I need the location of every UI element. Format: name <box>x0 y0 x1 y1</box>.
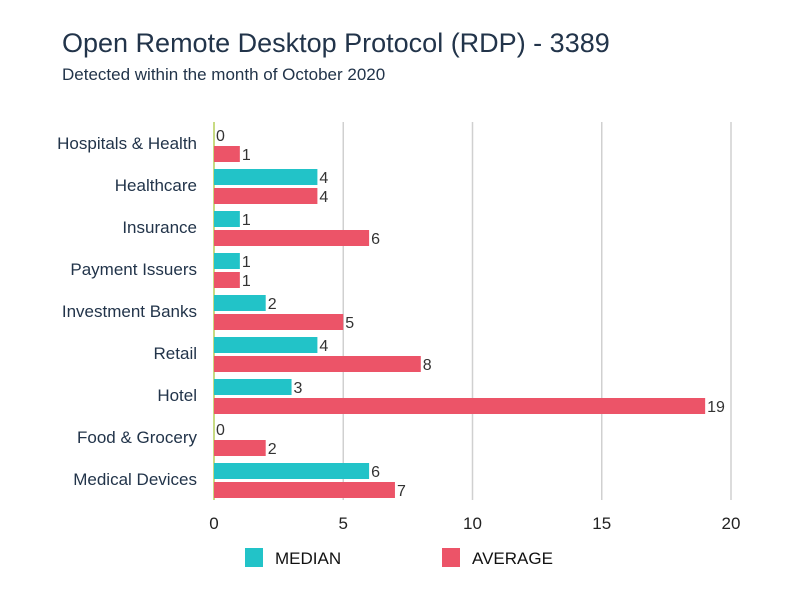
x-tick-label: 15 <box>592 514 611 533</box>
bar-average <box>214 314 344 330</box>
bar-average <box>214 188 318 204</box>
bar-average <box>214 482 395 498</box>
legend-swatch-average <box>442 548 460 567</box>
bars: 0144161125483190267 <box>214 128 725 500</box>
data-label: 4 <box>319 338 328 355</box>
data-label: 7 <box>397 483 406 500</box>
bar-average <box>214 146 240 162</box>
x-tick-label: 10 <box>463 514 482 533</box>
bar-median <box>214 337 318 353</box>
legend-swatch-median <box>245 548 263 567</box>
x-tick-labels: 0 5 10 15 20 <box>209 514 740 533</box>
x-tick-label: 5 <box>339 514 348 533</box>
data-label: 4 <box>319 170 328 187</box>
category-label: Food & Grocery <box>77 428 197 447</box>
data-label: 0 <box>216 422 225 439</box>
category-label: Retail <box>154 344 197 363</box>
data-label: 8 <box>423 357 432 374</box>
data-label: 0 <box>216 128 225 145</box>
legend-label-median: MEDIAN <box>275 549 341 568</box>
data-label: 4 <box>319 189 328 206</box>
data-label: 19 <box>707 399 725 416</box>
bar-median <box>214 253 240 269</box>
chart-subtitle: Detected within the month of October 202… <box>62 65 385 84</box>
category-label: Healthcare <box>115 176 197 195</box>
data-label: 2 <box>268 441 277 458</box>
data-label: 1 <box>242 273 251 290</box>
category-label: Hospitals & Health <box>57 134 197 153</box>
data-label: 1 <box>242 147 251 164</box>
bar-median <box>214 463 370 479</box>
x-tick-label: 0 <box>209 514 218 533</box>
category-label: Investment Banks <box>62 302 197 321</box>
bar-average <box>214 440 266 456</box>
bar-median <box>214 379 292 395</box>
bar-average <box>214 398 706 414</box>
data-label: 3 <box>294 380 303 397</box>
data-label: 6 <box>371 464 380 481</box>
category-labels: Hospitals & Health Healthcare Insurance Pay… <box>57 134 197 489</box>
bar-median <box>214 211 240 227</box>
chart: Open Remote Desktop Protocol (RDP) - 338… <box>57 28 740 568</box>
data-label: 6 <box>371 231 380 248</box>
data-label: 2 <box>268 296 277 313</box>
category-label: Hotel <box>157 386 197 405</box>
category-label: Insurance <box>122 218 197 237</box>
legend: MEDIAN AVERAGE <box>245 548 553 568</box>
bar-median <box>214 169 318 185</box>
legend-label-average: AVERAGE <box>472 549 553 568</box>
category-label: Medical Devices <box>73 470 197 489</box>
data-label: 1 <box>242 212 251 229</box>
bar-median <box>214 295 266 311</box>
x-tick-label: 20 <box>722 514 741 533</box>
data-label: 1 <box>242 254 251 271</box>
bar-average <box>214 356 421 372</box>
bar-average <box>214 272 240 288</box>
bar-average <box>214 230 370 246</box>
data-label: 5 <box>345 315 354 332</box>
category-label: Payment Issuers <box>70 260 197 279</box>
chart-title: Open Remote Desktop Protocol (RDP) - 338… <box>62 28 610 58</box>
